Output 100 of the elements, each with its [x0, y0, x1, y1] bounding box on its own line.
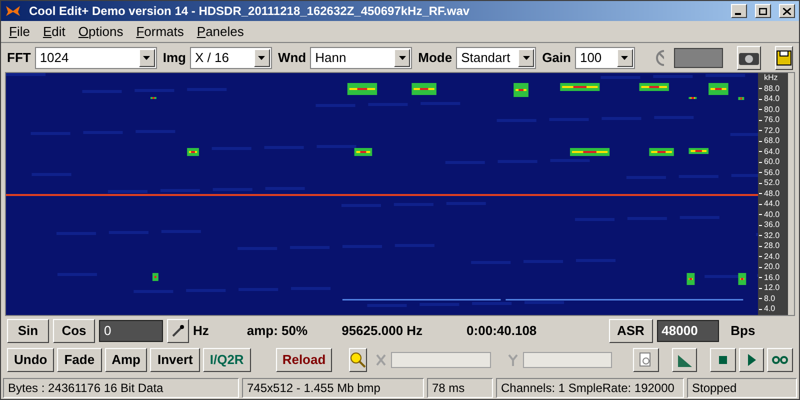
play-icon: [748, 354, 756, 366]
scale-label: 16.0: [764, 272, 780, 283]
frequency-field[interactable]: 0: [99, 320, 163, 342]
scale-label: 32.0: [764, 230, 780, 241]
close-button[interactable]: [779, 4, 795, 18]
scale-label: 36.0: [764, 220, 780, 230]
scale-label: 48.0: [764, 188, 780, 199]
caret-icon: [143, 56, 150, 60]
field-label: Mode: [418, 48, 452, 67]
maximize-button[interactable]: [755, 4, 771, 18]
dropdown[interactable]: Standart: [456, 46, 536, 68]
field-label: FFT: [7, 48, 31, 67]
menu-item[interactable]: Edit: [42, 22, 66, 42]
stop-button[interactable]: [710, 348, 736, 372]
edit-button[interactable]: I/Q2R: [202, 348, 251, 372]
tick-mark: [759, 162, 762, 163]
window-title: Cool Edit+ Demo version 14 - HDSDR_20111218_162632Z_450697kHz_RF.wav: [29, 3, 471, 20]
scale-label: 72.0: [764, 126, 780, 136]
rate-unit: Bps: [730, 322, 756, 340]
status-field: Channels: 1 SmpleRate: 192000: [496, 378, 684, 398]
scale-label: 60.0: [764, 157, 780, 168]
dropdown[interactable]: 1024: [34, 46, 157, 68]
amp-readout: amp: 50%: [246, 322, 308, 340]
scale-label: 52.0: [764, 178, 780, 188]
edit-button[interactable]: Amp: [104, 348, 148, 372]
status-field: 78 ms: [427, 378, 493, 398]
scale-label: 80.0: [764, 104, 780, 115]
tick-mark: [759, 288, 762, 289]
scale-label: 68.0: [764, 136, 780, 146]
cursor-time: 0:00:40.108: [466, 322, 537, 340]
field-label: Gain: [542, 48, 571, 67]
close-icon: [783, 8, 791, 14]
tick-mark: [759, 224, 762, 226]
caret-icon: [398, 56, 406, 60]
wave-button[interactable]: Sin: [7, 319, 49, 343]
scale-label: 8.0: [764, 294, 776, 304]
camera-icon: [738, 50, 760, 64]
save-button[interactable]: [775, 46, 793, 70]
zoom-in-icon: [350, 352, 366, 368]
pipette-icon: [171, 324, 185, 338]
field-label: Img: [162, 48, 186, 67]
scale-label: 20.0: [764, 262, 780, 272]
butterfly-icon: [5, 5, 21, 17]
camera-button[interactable]: [737, 46, 761, 70]
scale-label: 40.0: [764, 210, 780, 220]
caret-icon: [258, 56, 266, 60]
field-label: Wnd: [278, 48, 306, 67]
pipette-button[interactable]: [167, 319, 189, 343]
play-button[interactable]: [738, 348, 764, 372]
rate-field[interactable]: 48000: [656, 320, 719, 342]
minimize-button[interactable]: [731, 4, 747, 18]
dropdown[interactable]: Hann: [310, 46, 412, 68]
scale-label: 64.0: [764, 146, 780, 157]
zoom-fit-button[interactable]: [633, 348, 659, 372]
scale-label: 24.0: [764, 252, 780, 262]
menu-item[interactable]: Options: [78, 22, 124, 42]
tick-mark: [759, 246, 762, 247]
edit-button[interactable]: Invert: [150, 348, 200, 372]
menu-item[interactable]: Paneles: [196, 22, 244, 42]
scale-label: 76.0: [764, 115, 780, 126]
y-scrollbar[interactable]: [523, 352, 612, 368]
scale-label: 12.0: [764, 283, 780, 294]
scale-label: 44.0: [764, 199, 780, 210]
cursor-frequency: 95625.000 Hz: [342, 322, 423, 340]
x-scrollbar[interactable]: [391, 352, 492, 368]
tick-mark: [759, 98, 762, 100]
dropdown[interactable]: X / 16: [190, 46, 272, 68]
tick-mark: [759, 140, 762, 142]
tick-mark: [759, 204, 762, 205]
edit-button[interactable]: Undo: [7, 348, 54, 372]
menu-item[interactable]: File: [9, 22, 30, 42]
status-field: 745x512 - 1.455 Mb bmp: [242, 378, 424, 398]
wave-button[interactable]: Cos: [53, 319, 95, 343]
scale-label: 56.0: [764, 168, 780, 178]
chart-button[interactable]: [672, 348, 698, 372]
asr-button[interactable]: ASR: [608, 319, 653, 343]
reload-button[interactable]: Reload: [276, 348, 332, 372]
scale-label: 84.0: [764, 94, 780, 104]
scale-label: 28.0: [764, 241, 780, 252]
tick-mark: [759, 182, 762, 184]
x-axis-icon: [376, 354, 386, 366]
menu-item[interactable]: Formats: [136, 22, 184, 42]
frequency-unit: Hz: [193, 322, 209, 340]
tick-mark: [759, 308, 762, 310]
magnifier-page-icon: [639, 352, 654, 368]
loop-icon: [771, 356, 790, 364]
status-field: Bytes : 24361176 16 Bit Data: [3, 378, 239, 398]
scale-unit: kHz: [763, 73, 778, 84]
loop-button[interactable]: [767, 348, 793, 372]
scale-label: 88.0: [764, 84, 780, 94]
scale-label: 4.0: [764, 304, 776, 314]
caret-icon: [522, 56, 530, 60]
dropdown[interactable]: 100: [574, 46, 635, 68]
zoom-button[interactable]: [349, 348, 368, 372]
chart-icon: [676, 352, 693, 368]
maximize-icon: [759, 8, 767, 14]
y-axis-icon: [508, 354, 518, 366]
caret-icon: [621, 56, 628, 60]
stop-icon: [719, 356, 728, 364]
edit-button[interactable]: Fade: [57, 348, 102, 372]
